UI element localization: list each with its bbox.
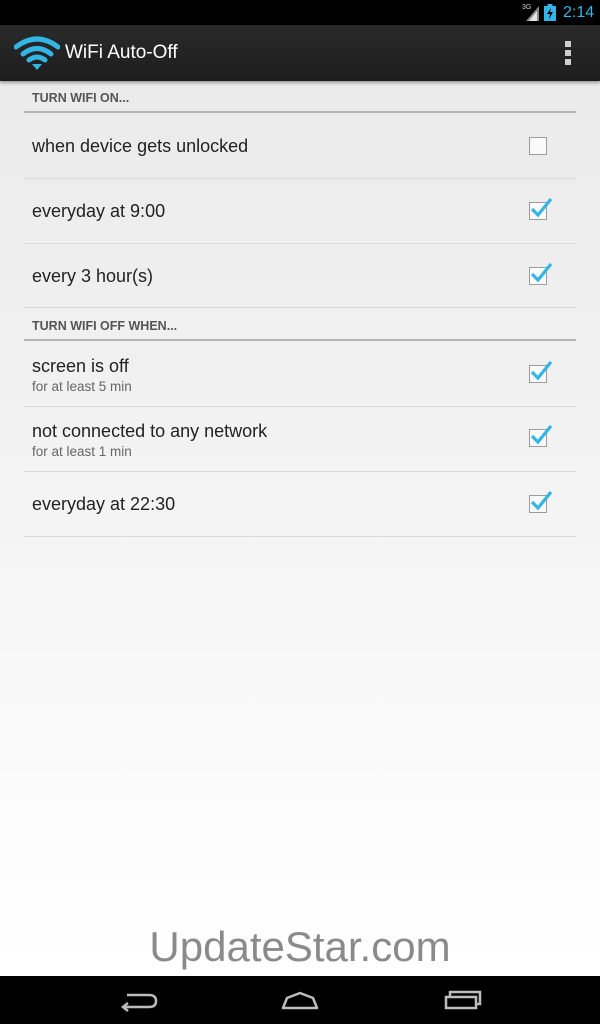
checkbox-daily-off[interactable]: [529, 490, 553, 513]
watermark: UpdateStar.com: [149, 923, 451, 970]
app-title: WiFi Auto-Off: [65, 42, 178, 63]
pref-unlock-title: when device gets unlocked: [32, 136, 249, 156]
pref-interval-on[interactable]: every 3 hour(s): [24, 244, 576, 308]
pref-unlock[interactable]: when device gets unlocked: [24, 114, 576, 179]
checkbox-screen-off[interactable]: [529, 360, 553, 383]
wifi-icon: [14, 36, 60, 70]
checkmark-icon: [530, 424, 553, 445]
pref-daily-off-title: everyday at 22:30: [32, 494, 176, 514]
pref-daily-on-title: everyday at 9:00: [32, 201, 166, 221]
clock: 2:14: [563, 4, 595, 21]
home-icon[interactable]: [275, 986, 325, 1016]
pref-interval-on-title: every 3 hour(s): [32, 266, 154, 286]
battery-charging-icon: [544, 4, 556, 21]
pref-no-network-summary: for at least 1 min: [32, 444, 132, 459]
checkbox-unlock[interactable]: [529, 137, 547, 155]
checkbox-daily-on[interactable]: [529, 197, 553, 220]
action-bar: WiFi Auto-Off: [0, 25, 600, 81]
status-bar: 3G 2:14: [0, 0, 600, 25]
navigation-bar: [0, 976, 600, 1024]
pref-screen-off-summary: for at least 5 min: [32, 379, 132, 394]
checkmark-icon: [530, 197, 553, 218]
checkmark-icon: [530, 360, 553, 381]
pref-daily-off[interactable]: everyday at 22:30: [24, 472, 576, 537]
recent-apps-icon[interactable]: [438, 986, 488, 1016]
network-type: 3G: [522, 4, 531, 11]
back-icon[interactable]: [113, 986, 163, 1016]
section-header-turn-off: TURN WIFI OFF WHEN...: [24, 313, 576, 341]
signal-icon: 3G: [522, 4, 539, 21]
checkmark-icon: [530, 262, 553, 283]
checkbox-no-network[interactable]: [529, 424, 553, 447]
checkmark-icon: [530, 490, 553, 511]
pref-no-network-title: not connected to any network: [32, 421, 268, 441]
pref-screen-off-title: screen is off: [32, 356, 129, 376]
overflow-menu-icon[interactable]: [556, 37, 580, 69]
checkbox-interval-on[interactable]: [529, 262, 553, 285]
pref-no-network[interactable]: not connected to any network for at leas…: [24, 407, 576, 472]
pref-daily-on[interactable]: everyday at 9:00: [24, 179, 576, 244]
pref-screen-off[interactable]: screen is off for at least 5 min: [24, 342, 576, 407]
section-header-turn-on: TURN WIFI ON...: [24, 85, 576, 113]
